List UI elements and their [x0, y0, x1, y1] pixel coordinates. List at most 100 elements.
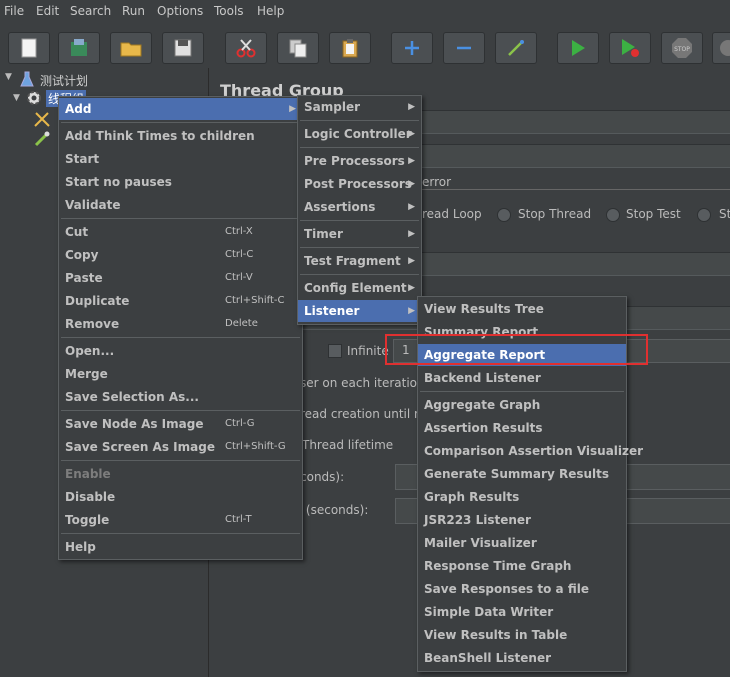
- menu-item-comparison-assertion-visualizer[interactable]: Comparison Assertion Visualizer: [418, 440, 643, 462]
- menu-item-save-screen-image[interactable]: Save Screen As Image Ctrl+Shift-G: [59, 436, 302, 458]
- menu-item-post-processors[interactable]: Post Processors ▶: [298, 173, 421, 195]
- save-icon: [174, 39, 192, 57]
- radio-stop-test-label: Stop Test: [626, 207, 681, 221]
- menu-item-validate[interactable]: Validate: [59, 194, 302, 216]
- menu-item-test-fragment[interactable]: Test Fragment ▶: [298, 250, 421, 272]
- menu-item-view-results-tree[interactable]: View Results Tree: [418, 298, 626, 320]
- menu-item-save-node-image[interactable]: Save Node As Image Ctrl-G: [59, 413, 302, 435]
- shutdown-button[interactable]: [712, 32, 730, 64]
- submenu-arrow-icon: ▶: [408, 229, 415, 239]
- cut-button[interactable]: [225, 32, 267, 64]
- menu-item-add-think-times[interactable]: Add Think Times to children: [59, 125, 302, 147]
- menu-separator: [300, 147, 419, 148]
- menu-options[interactable]: Options: [157, 4, 203, 18]
- menu-item-cut[interactable]: Cut Ctrl-X: [59, 221, 302, 243]
- menu-item-add[interactable]: Add ▶: [59, 98, 302, 120]
- stop-button[interactable]: STOP: [661, 32, 703, 64]
- menu-item-toggle[interactable]: Toggle Ctrl-T: [59, 509, 302, 531]
- infinite-checkbox[interactable]: [328, 344, 342, 358]
- save-button[interactable]: [162, 32, 204, 64]
- menu-item-view-results-table[interactable]: View Results in Table: [418, 624, 626, 646]
- delay-creation-label: read creation until n: [300, 407, 422, 421]
- toggle-button[interactable]: [495, 32, 537, 64]
- menu-separator: [300, 247, 419, 248]
- submenu-arrow-icon: ▶: [408, 283, 415, 293]
- menu-item-listener[interactable]: Listener ▶: [298, 300, 421, 322]
- radio-stop-thread[interactable]: [497, 208, 511, 222]
- menu-file[interactable]: File: [4, 4, 24, 18]
- collapse-all-button[interactable]: [443, 32, 485, 64]
- menu-separator: [61, 337, 300, 338]
- menu-item-copy[interactable]: Copy Ctrl-C: [59, 244, 302, 266]
- menu-item-remove[interactable]: Remove Delete: [59, 313, 302, 335]
- new-button[interactable]: [8, 32, 50, 64]
- submenu-arrow-icon: ▶: [408, 156, 415, 166]
- loop-count-value: 1: [402, 343, 410, 357]
- menu-item-sampler[interactable]: Sampler ▶: [298, 96, 421, 118]
- menu-item-open[interactable]: Open...: [59, 340, 302, 362]
- menu-item-start[interactable]: Start: [59, 148, 302, 170]
- svg-text:STOP: STOP: [674, 46, 690, 53]
- expand-arrow-icon[interactable]: ▼: [5, 72, 12, 82]
- open-button[interactable]: [110, 32, 152, 64]
- menu-item-summary-report[interactable]: Summary Report: [418, 321, 626, 343]
- play-icon: [572, 40, 585, 56]
- menu-item-duplicate[interactable]: Duplicate Ctrl+Shift-C: [59, 290, 302, 312]
- radio-stop-test[interactable]: [606, 208, 620, 222]
- templates-icon: [71, 39, 87, 56]
- menu-separator: [61, 410, 300, 411]
- menu-item-generate-summary-results[interactable]: Generate Summary Results: [418, 463, 626, 485]
- menu-separator: [61, 460, 300, 461]
- menu-item-backend-listener[interactable]: Backend Listener: [418, 367, 626, 389]
- menu-item-jsr223-listener[interactable]: JSR223 Listener: [418, 509, 626, 531]
- menu-item-mailer-visualizer[interactable]: Mailer Visualizer: [418, 532, 626, 554]
- infinite-label: Infinite: [347, 344, 389, 358]
- radio-stop-test-now[interactable]: [697, 208, 711, 222]
- menu-item-config-element[interactable]: Config Element ▶: [298, 277, 421, 299]
- test-plan-flask-icon: [20, 71, 34, 87]
- menu-item-assertions[interactable]: Assertions ▶: [298, 196, 421, 218]
- menu-help[interactable]: Help: [257, 4, 284, 18]
- copy-icon: [289, 39, 307, 58]
- error-group-border: [412, 189, 730, 190]
- menu-item-timer[interactable]: Timer ▶: [298, 223, 421, 245]
- menu-item-disable[interactable]: Disable: [59, 486, 302, 508]
- menu-item-paste[interactable]: Paste Ctrl-V: [59, 267, 302, 289]
- menu-run[interactable]: Run: [122, 4, 145, 18]
- expand-all-button[interactable]: [391, 32, 433, 64]
- menu-item-enable: Enable: [65, 467, 111, 481]
- menu-item-response-time-graph[interactable]: Response Time Graph: [418, 555, 626, 577]
- menu-item-merge[interactable]: Merge: [59, 363, 302, 385]
- start-no-pauses-button[interactable]: [609, 32, 651, 64]
- menu-item-aggregate-graph[interactable]: Aggregate Graph: [418, 394, 626, 416]
- menu-item-aggregate-report[interactable]: Aggregate Report: [418, 344, 626, 366]
- menu-separator: [61, 122, 300, 123]
- start-button[interactable]: [557, 32, 599, 64]
- menu-item-save-selection[interactable]: Save Selection As...: [59, 386, 302, 408]
- expand-arrow-icon[interactable]: ▼: [13, 93, 20, 103]
- menu-tools[interactable]: Tools: [214, 4, 244, 18]
- tree-root-label[interactable]: 测试计划: [40, 72, 88, 89]
- sampler-tool-icon: [34, 112, 50, 127]
- menu-item-help[interactable]: Help: [59, 536, 302, 558]
- radio-continue-label: read Loop: [422, 207, 482, 221]
- toggle-wand-icon: [508, 40, 524, 56]
- templates-button[interactable]: [58, 32, 100, 64]
- menu-separator: [61, 218, 300, 219]
- menu-item-save-responses[interactable]: Save Responses to a file: [418, 578, 626, 600]
- menu-item-pre-processors[interactable]: Pre Processors ▶: [298, 150, 421, 172]
- menu-item-graph-results[interactable]: Graph Results: [418, 486, 626, 508]
- minus-icon: [457, 46, 471, 50]
- menu-search[interactable]: Search: [70, 4, 111, 18]
- paste-button[interactable]: [329, 32, 371, 64]
- submenu-arrow-icon: ▶: [408, 306, 415, 316]
- menu-item-beanshell-listener[interactable]: BeanShell Listener: [418, 647, 626, 669]
- menu-item-start-no-pauses[interactable]: Start no pauses: [59, 171, 302, 193]
- menu-item-assertion-results[interactable]: Assertion Results: [418, 417, 626, 439]
- menu-item-simple-data-writer[interactable]: Simple Data Writer: [418, 601, 626, 623]
- toolbar: STOP: [0, 24, 730, 69]
- menu-edit[interactable]: Edit: [36, 4, 59, 18]
- copy-button[interactable]: [277, 32, 319, 64]
- menu-item-logic-controller[interactable]: Logic Controller ▶: [298, 123, 421, 145]
- menu-separator: [420, 391, 624, 392]
